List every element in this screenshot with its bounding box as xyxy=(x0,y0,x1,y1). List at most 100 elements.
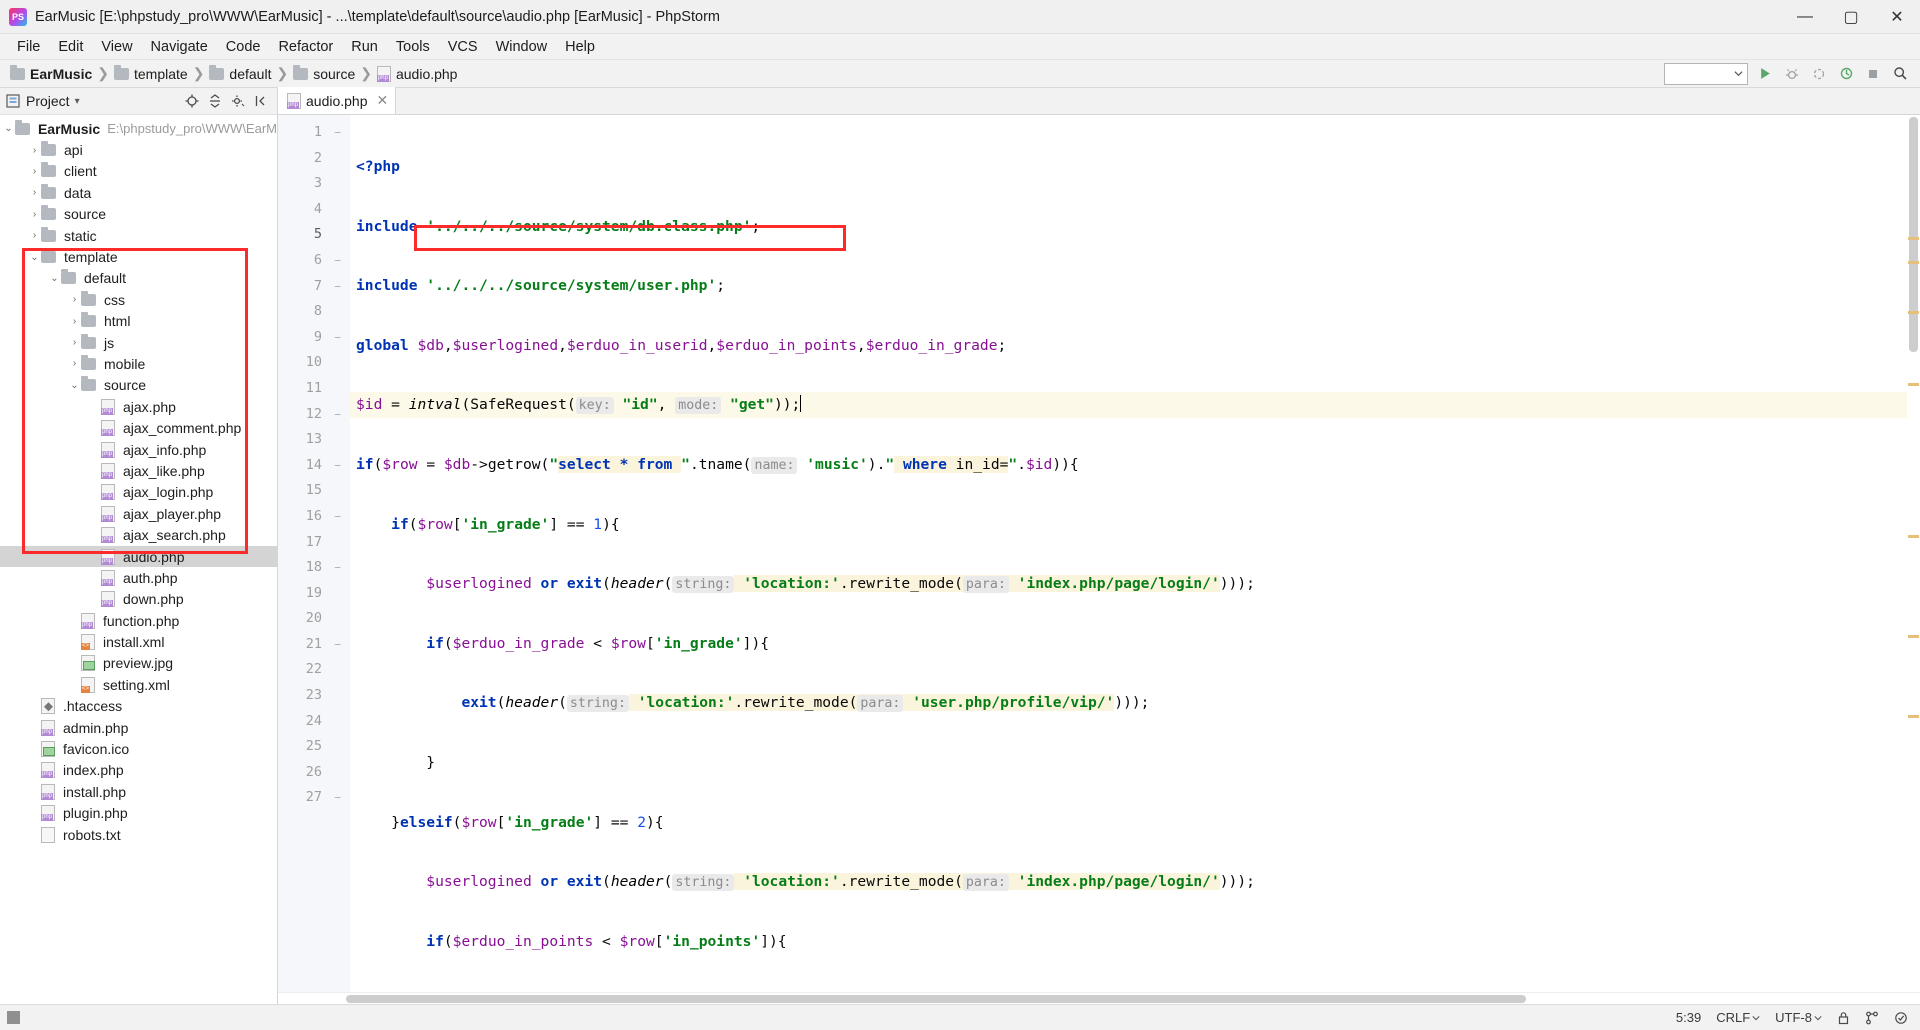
chevron-right-icon[interactable]: › xyxy=(68,337,81,348)
tree-item-template[interactable]: ⌄ template xyxy=(0,246,277,267)
code-editor[interactable]: 1−2 3 4 5 6−7−8 9−10 11 12−13 14−15 16−17 18−19 20 2… xyxy=(278,115,1920,992)
editor-horizontal-scrollbar[interactable] xyxy=(278,992,1920,1004)
tree-item-function-php[interactable]: function.php xyxy=(0,610,277,631)
menu-code[interactable]: Code xyxy=(217,37,270,57)
close-button[interactable]: ✕ xyxy=(1874,0,1920,34)
tree-item-source[interactable]: ⌄ source xyxy=(0,375,277,396)
line-number-21[interactable]: 21− xyxy=(278,632,350,658)
line-number-27[interactable]: 27− xyxy=(278,785,350,811)
file-encoding[interactable]: UTF-8 xyxy=(1775,1010,1822,1025)
fold-toggle-14[interactable]: − xyxy=(331,459,344,472)
tree-item-robots-txt[interactable]: robots.txt xyxy=(0,824,277,845)
tree-item-down-php[interactable]: down.php xyxy=(0,589,277,610)
line-number-2[interactable]: 2 xyxy=(278,146,350,172)
line-number-23[interactable]: 23 xyxy=(278,683,350,709)
line-number-10[interactable]: 10 xyxy=(278,350,350,376)
fold-toggle-9[interactable]: − xyxy=(331,331,344,344)
minimize-button[interactable]: — xyxy=(1782,0,1828,34)
tree-item-html[interactable]: › html xyxy=(0,311,277,332)
line-number-25[interactable]: 25 xyxy=(278,734,350,760)
tree-item-ajax-search-php[interactable]: ajax_search.php xyxy=(0,524,277,545)
fold-toggle-27[interactable]: − xyxy=(331,791,344,804)
fold-toggle-18[interactable]: − xyxy=(331,561,344,574)
error-marker[interactable] xyxy=(1908,261,1919,264)
tree-item-setting-xml[interactable]: setting.xml xyxy=(0,674,277,695)
tree-item-auth-php[interactable]: auth.php xyxy=(0,567,277,588)
scrollbar-thumb[interactable] xyxy=(346,995,1526,1003)
maximize-button[interactable]: ▢ xyxy=(1828,0,1874,34)
tree-item-source[interactable]: › source xyxy=(0,204,277,225)
tree-item-ajax-comment-php[interactable]: ajax_comment.php xyxy=(0,417,277,438)
caret-position[interactable]: 5:39 xyxy=(1676,1010,1701,1025)
line-number-18[interactable]: 18− xyxy=(278,555,350,581)
line-number-7[interactable]: 7− xyxy=(278,274,350,300)
line-number-11[interactable]: 11 xyxy=(278,376,350,402)
fold-toggle-16[interactable]: − xyxy=(331,510,344,523)
run-button[interactable] xyxy=(1755,64,1775,84)
tree-item-ajax-player-php[interactable]: ajax_player.php xyxy=(0,503,277,524)
tree-item-api[interactable]: › api xyxy=(0,139,277,160)
line-number-17[interactable]: 17 xyxy=(278,530,350,556)
code-content[interactable]: <?php include '../../../source/system/db… xyxy=(350,115,1920,992)
branch-icon[interactable] xyxy=(1865,1011,1879,1025)
breadcrumb-item-audio-php[interactable]: audio.php xyxy=(376,65,457,82)
line-number-5[interactable]: 5 xyxy=(278,222,350,248)
tree-item-index-php[interactable]: index.php xyxy=(0,760,277,781)
fold-toggle-6[interactable]: − xyxy=(331,254,344,267)
gear-icon[interactable] xyxy=(228,91,248,111)
line-number-1[interactable]: 1− xyxy=(278,120,350,146)
chevron-down-icon[interactable]: ⌄ xyxy=(68,380,81,391)
project-tree[interactable]: ⌄ EarMusic E:\phpstudy_pro\WWW\EarM › api › cl… xyxy=(0,115,277,1004)
tree-item-js[interactable]: › js xyxy=(0,332,277,353)
line-number-14[interactable]: 14− xyxy=(278,453,350,479)
chevron-right-icon[interactable]: › xyxy=(28,230,41,241)
line-number-13[interactable]: 13 xyxy=(278,427,350,453)
menu-refactor[interactable]: Refactor xyxy=(269,37,342,57)
chevron-right-icon[interactable]: › xyxy=(68,358,81,369)
fold-toggle-1[interactable]: − xyxy=(331,126,344,139)
menu-tools[interactable]: Tools xyxy=(387,37,439,57)
tree-item-client[interactable]: › client xyxy=(0,161,277,182)
line-number-3[interactable]: 3 xyxy=(278,171,350,197)
hide-panel-icon[interactable] xyxy=(251,91,271,111)
debug-button[interactable] xyxy=(1782,64,1802,84)
tree-item-install-php[interactable]: install.php xyxy=(0,781,277,802)
close-icon[interactable]: ✕ xyxy=(377,92,389,109)
tree-item-admin-php[interactable]: admin.php xyxy=(0,717,277,738)
profile-button[interactable] xyxy=(1836,64,1856,84)
breadcrumb-item-earmusic[interactable]: EarMusic xyxy=(10,64,92,82)
menu-help[interactable]: Help xyxy=(556,37,604,57)
chevron-down-icon[interactable]: ⌄ xyxy=(2,123,15,134)
tree-item-audio-php[interactable]: audio.php xyxy=(0,545,277,568)
tree-item-ajax-php[interactable]: ajax.php xyxy=(0,396,277,417)
tree-item-data[interactable]: › data xyxy=(0,182,277,203)
tree-item-favicon-ico[interactable]: favicon.ico xyxy=(0,738,277,759)
menu-vcs[interactable]: VCS xyxy=(439,37,487,57)
line-separator[interactable]: CRLF xyxy=(1716,1010,1760,1025)
line-number-gutter[interactable]: 1−2 3 4 5 6−7−8 9−10 11 12−13 14−15 16−17 18−19 20 2… xyxy=(278,115,350,992)
fold-toggle-12[interactable]: − xyxy=(331,408,344,421)
run-configuration-select[interactable] xyxy=(1664,62,1748,85)
line-number-15[interactable]: 15 xyxy=(278,478,350,504)
error-marker[interactable] xyxy=(1908,311,1919,314)
collapse-all-icon[interactable] xyxy=(205,91,225,111)
search-icon[interactable] xyxy=(1890,64,1910,84)
line-number-12[interactable]: 12− xyxy=(278,402,350,428)
line-number-24[interactable]: 24 xyxy=(278,709,350,735)
editor-vertical-scrollbar[interactable] xyxy=(1907,115,1920,992)
line-number-22[interactable]: 22 xyxy=(278,657,350,683)
line-number-9[interactable]: 9− xyxy=(278,325,350,351)
chevron-down-icon[interactable]: ▾ xyxy=(75,96,80,107)
chevron-right-icon[interactable]: › xyxy=(28,166,41,177)
stop-button[interactable] xyxy=(1863,64,1883,84)
tree-item-ajax-login-php[interactable]: ajax_login.php xyxy=(0,482,277,503)
chevron-right-icon[interactable]: › xyxy=(68,316,81,327)
menu-file[interactable]: File xyxy=(8,37,49,57)
error-marker[interactable] xyxy=(1908,383,1919,386)
tree-item-plugin-php[interactable]: plugin.php xyxy=(0,803,277,824)
error-marker[interactable] xyxy=(1908,237,1919,240)
error-marker[interactable] xyxy=(1908,635,1919,638)
menu-run[interactable]: Run xyxy=(342,37,387,57)
line-number-20[interactable]: 20 xyxy=(278,606,350,632)
lock-icon[interactable] xyxy=(1837,1011,1850,1025)
